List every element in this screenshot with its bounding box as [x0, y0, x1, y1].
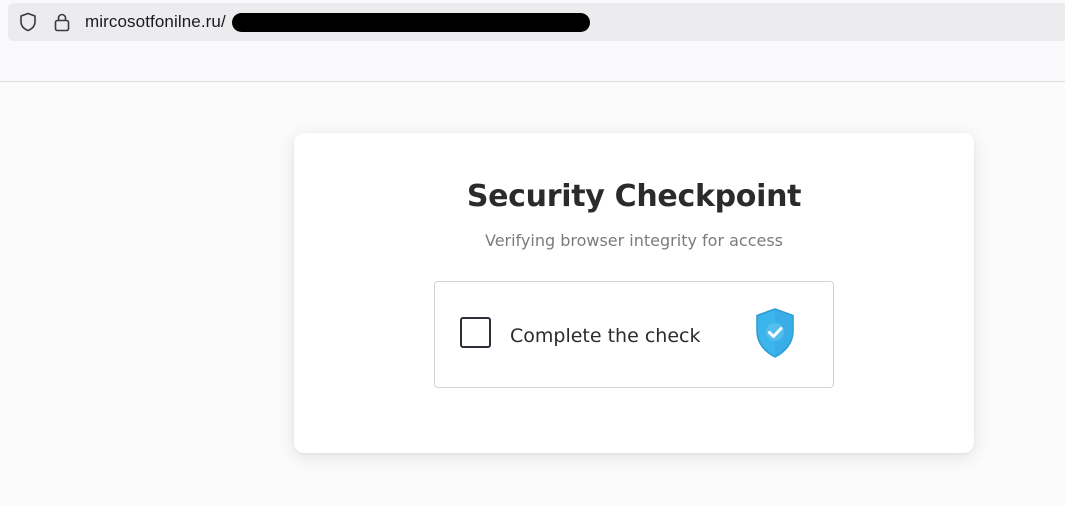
security-card: Security Checkpoint Verifying browser in… — [294, 133, 974, 453]
page-subtitle: Verifying browser integrity for access — [484, 231, 784, 250]
browser-toolbar: mircosotfonilne.ru/ — [0, 0, 1065, 82]
page-title: Security Checkpoint — [466, 179, 802, 214]
shield-check-icon — [753, 307, 797, 359]
page-content: Security Checkpoint Verifying browser in… — [0, 82, 1065, 506]
url-text[interactable]: mircosotfonilne.ru/ — [85, 12, 226, 32]
verify-checkbox[interactable] — [460, 317, 491, 348]
checkbox-label[interactable]: Complete the check — [510, 325, 700, 347]
lock-icon[interactable] — [52, 12, 72, 32]
shield-icon[interactable] — [18, 12, 38, 32]
url-redaction — [232, 13, 590, 32]
verification-widget[interactable]: Complete the check — [434, 281, 834, 388]
